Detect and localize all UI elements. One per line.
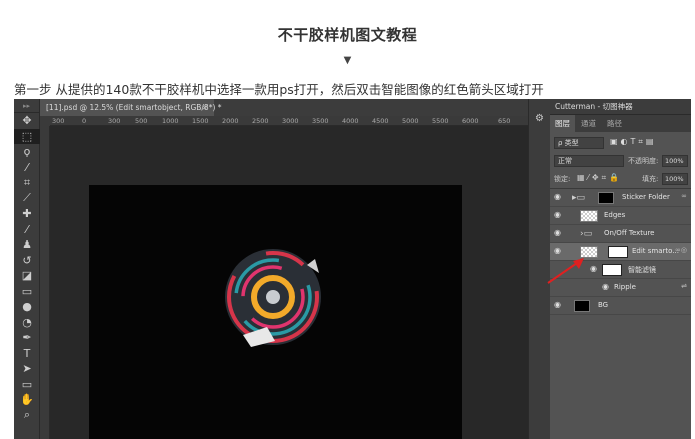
layer-name: Ripple bbox=[614, 283, 636, 291]
healing-icon[interactable]: ✚ bbox=[14, 206, 40, 222]
stamp-icon[interactable]: ♟ bbox=[14, 237, 40, 253]
fill-field[interactable]: 100% bbox=[662, 173, 688, 185]
layer-name: Edges bbox=[604, 211, 626, 219]
panel-header: Cutterman - 切图神器 bbox=[550, 99, 691, 115]
ruler-tick: 2000 bbox=[222, 117, 239, 125]
tab-channels[interactable]: 通道 bbox=[576, 115, 601, 132]
eraser-icon[interactable]: ◪ bbox=[14, 268, 40, 284]
ruler-tick: 500 bbox=[135, 117, 148, 125]
layer-row[interactable]: ◉ BG bbox=[550, 297, 691, 315]
ruler-tick: 6000 bbox=[462, 117, 479, 125]
zoom-icon[interactable]: ⌕ bbox=[14, 408, 40, 424]
layer-name: 智能滤镜 bbox=[628, 266, 656, 274]
ruler-tick: 300 bbox=[108, 117, 121, 125]
toolbar-collapse-icon[interactable]: ▸▸ bbox=[14, 99, 39, 113]
ruler-tick: 4500 bbox=[372, 117, 389, 125]
eye-icon[interactable]: ◉ bbox=[554, 228, 561, 237]
layer-name: Edit smarto... bbox=[632, 247, 679, 255]
dodge-icon[interactable]: ◔ bbox=[14, 315, 40, 331]
layer-row[interactable]: ◉ ▸▭ Sticker Folder ∞ bbox=[550, 189, 691, 207]
document-tab-label: [11].psd @ 12.5% (Edit smartobject, RGB/… bbox=[46, 103, 222, 112]
step-instruction: 第一步 从提供的140款不干胶样机中选择一款用ps打开，然后双击智能图像的红色箭… bbox=[14, 82, 544, 97]
lock-icons[interactable]: ▦⁄✥⌗🔒 bbox=[577, 173, 622, 183]
pen-icon[interactable]: ✒ bbox=[14, 330, 40, 346]
filter-options-icon[interactable]: ⇌ bbox=[681, 282, 687, 290]
blur-icon[interactable]: ● bbox=[14, 299, 40, 315]
ruler-tick: 4000 bbox=[342, 117, 359, 125]
brush-icon[interactable]: ⁄ bbox=[14, 222, 40, 238]
ruler-tick: 0 bbox=[82, 117, 87, 125]
eye-icon[interactable]: ◉ bbox=[602, 282, 609, 291]
lasso-icon[interactable]: ϙ bbox=[14, 144, 40, 160]
fill-label: 填充: bbox=[642, 175, 659, 183]
ruler-tick: 3500 bbox=[312, 117, 329, 125]
link-icon: ∞ bbox=[681, 192, 687, 200]
layer-thumbnail bbox=[574, 300, 590, 312]
document-canvas[interactable] bbox=[89, 185, 462, 439]
layer-name: Sticker Folder bbox=[622, 193, 670, 201]
eyedropper-icon[interactable]: ⟋ bbox=[14, 191, 40, 207]
marquee-icon[interactable]: ⬚ bbox=[14, 128, 40, 144]
shape-icon[interactable]: ▭ bbox=[14, 377, 40, 393]
crop-icon[interactable]: ⌗ bbox=[14, 175, 40, 191]
layer-row[interactable]: ◉ Edges bbox=[550, 207, 691, 225]
ruler-corner bbox=[40, 116, 50, 126]
filter-kind-select[interactable]: ρ 类型 bbox=[554, 137, 604, 149]
history-brush-icon[interactable]: ↺ bbox=[14, 253, 40, 269]
ruler-tick: 3000 bbox=[282, 117, 299, 125]
panel-tabs: 图层 通道 路径 bbox=[550, 115, 691, 132]
path-select-icon[interactable]: ➤ bbox=[14, 361, 40, 377]
ruler-tick: 2500 bbox=[252, 117, 269, 125]
ruler-tick: 1000 bbox=[162, 117, 179, 125]
annotation-arrow-icon bbox=[547, 258, 584, 284]
document-tab-bar: [11].psd @ 12.5% (Edit smartobject, RGB/… bbox=[40, 99, 528, 116]
lock-label: 锁定: bbox=[554, 175, 571, 183]
lock-row: 锁定: ▦⁄✥⌗🔒 填充: 100% bbox=[550, 170, 691, 188]
sticker-artwork bbox=[225, 249, 321, 347]
eye-icon[interactable]: ◉ bbox=[554, 192, 561, 201]
annotation-arrow-line bbox=[547, 260, 581, 284]
document-area: [11].psd @ 12.5% (Edit smartobject, RGB/… bbox=[40, 99, 528, 439]
filter-mask-thumbnail bbox=[602, 264, 622, 276]
tab-layers[interactable]: 图层 bbox=[550, 115, 575, 132]
ruler-tick: 1500 bbox=[192, 117, 209, 125]
photoshop-window: ▸▸ ✥ ⬚ ϙ ⁄ ⌗ ⟋ ✚ ⁄ ♟ ↺ ◪ ▭ ● ◔ ✒ T ➤ ▭ ✋… bbox=[14, 99, 691, 439]
tab-paths[interactable]: 路径 bbox=[602, 115, 627, 132]
link-icon: ∞◎ bbox=[675, 246, 687, 254]
ruler-tick: 5500 bbox=[432, 117, 449, 125]
type-icon[interactable]: T bbox=[14, 346, 40, 362]
opacity-label: 不透明度: bbox=[628, 157, 659, 165]
ruler-tick: 650 bbox=[498, 117, 511, 125]
eye-icon[interactable]: ◉ bbox=[554, 300, 561, 309]
magic-wand-icon[interactable]: ⁄ bbox=[14, 160, 40, 176]
vertical-ruler[interactable] bbox=[40, 126, 50, 439]
layer-name: On/Off Texture bbox=[604, 229, 655, 237]
properties-icon[interactable]: ⚙ bbox=[529, 113, 550, 124]
folder-icon: ▸▭ bbox=[572, 193, 586, 203]
ruler-tick: 5000 bbox=[402, 117, 419, 125]
sticker-center bbox=[266, 290, 280, 304]
filter-icons[interactable]: ▣◐T⌗▤ bbox=[610, 137, 657, 147]
horizontal-ruler[interactable]: 300 0 300 500 1000 1500 2000 2500 3000 3… bbox=[50, 116, 528, 126]
move-icon[interactable]: ✥ bbox=[14, 113, 40, 129]
folder-icon: ›▭ bbox=[580, 229, 593, 239]
layer-thumbnail bbox=[580, 210, 598, 222]
blend-row: 正常 不透明度: 100% bbox=[550, 152, 691, 170]
article-title: 不干胶样机图文教程 bbox=[277, 26, 418, 44]
layer-mask-thumbnail bbox=[608, 246, 628, 258]
layer-row[interactable]: ◉ ›▭ On/Off Texture bbox=[550, 225, 691, 243]
tool-bar: ▸▸ ✥ ⬚ ϙ ⁄ ⌗ ⟋ ✚ ⁄ ♟ ↺ ◪ ▭ ● ◔ ✒ T ➤ ▭ ✋… bbox=[14, 99, 40, 439]
filter-row: ρ 类型 ▣◐T⌗▤ bbox=[550, 134, 691, 152]
close-icon[interactable]: × bbox=[201, 99, 208, 116]
opacity-field[interactable]: 100% bbox=[662, 155, 688, 167]
blend-mode-select[interactable]: 正常 bbox=[554, 155, 624, 167]
layer-name: BG bbox=[598, 301, 609, 309]
gradient-icon[interactable]: ▭ bbox=[14, 284, 40, 300]
down-arrow-icon: ▼ bbox=[343, 55, 352, 66]
eye-icon[interactable]: ◉ bbox=[554, 210, 561, 219]
layer-mask-thumbnail bbox=[598, 192, 614, 204]
hand-icon[interactable]: ✋ bbox=[14, 392, 40, 408]
document-tab[interactable]: [11].psd @ 12.5% (Edit smartobject, RGB/… bbox=[40, 99, 222, 116]
ruler-tick: 300 bbox=[52, 117, 65, 125]
